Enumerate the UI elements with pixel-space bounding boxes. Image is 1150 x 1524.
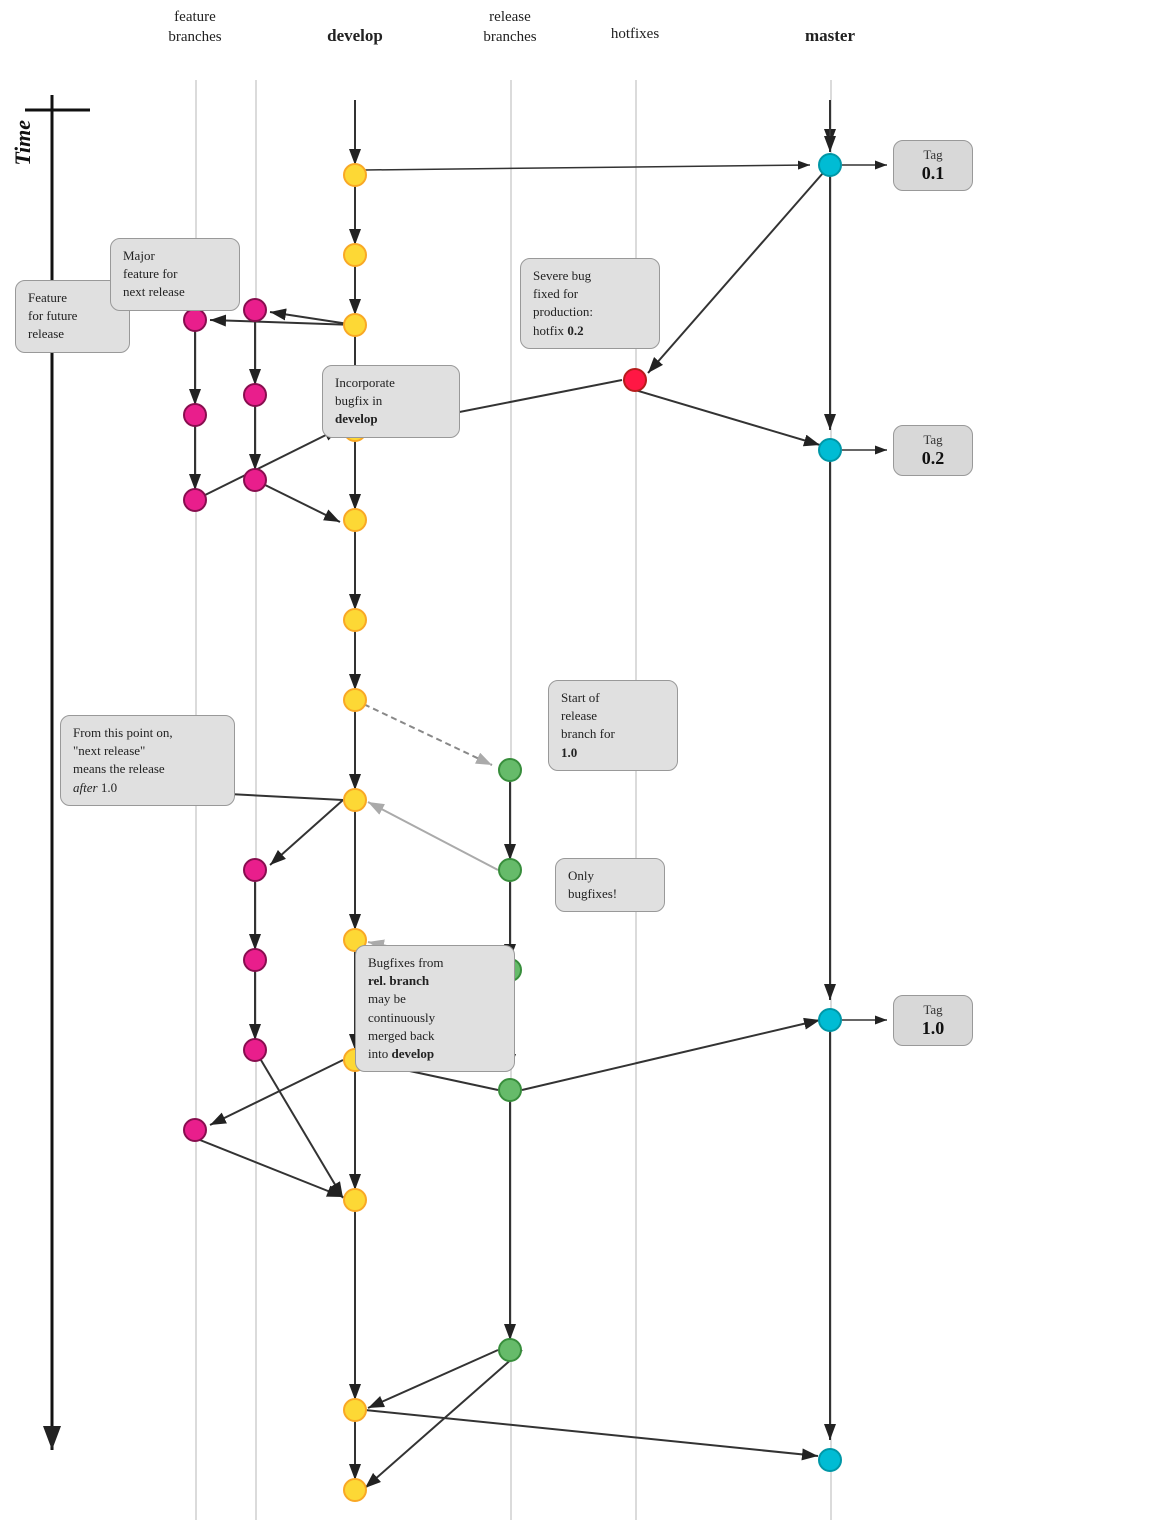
node-develop-11	[343, 1188, 367, 1212]
header-release-branches: releasebranches	[450, 8, 570, 47]
node-develop-3	[343, 313, 367, 337]
node-feature-3d	[243, 1038, 267, 1062]
callout-severe-bug: Severe bugfixed forproduction:hotfix 0.2	[520, 258, 660, 349]
node-develop-5	[343, 508, 367, 532]
node-release-2	[498, 858, 522, 882]
node-develop-2	[343, 243, 367, 267]
node-release-5	[498, 1338, 522, 1362]
tag-01: Tag 0.1	[893, 140, 973, 191]
node-feature-2c	[243, 468, 267, 492]
node-develop-13	[343, 1478, 367, 1502]
time-label: Time	[10, 120, 36, 166]
node-master-1	[818, 153, 842, 177]
callout-bugfixes-merged: Bugfixes fromrel. branchmay becontinuous…	[355, 945, 515, 1072]
header-feature-branches: featurebranches	[140, 8, 250, 47]
node-feature-2a	[243, 298, 267, 322]
node-develop-8	[343, 788, 367, 812]
callout-major-feature: Majorfeature fornext release	[110, 238, 240, 311]
node-feature-3b	[243, 858, 267, 882]
header-hotfixes: hotfixes	[590, 25, 680, 45]
node-feature-1b	[183, 403, 207, 427]
tag-01-label: Tag	[908, 147, 958, 163]
lane-release	[510, 80, 512, 1520]
diagram-canvas: featurebranches develop releasebranches …	[0, 0, 1150, 1524]
tag-10-label: Tag	[908, 1002, 958, 1018]
node-master-3	[818, 1008, 842, 1032]
tag-10: Tag 1.0	[893, 995, 973, 1046]
node-develop-6	[343, 608, 367, 632]
node-feature-3c	[243, 948, 267, 972]
node-release-1	[498, 758, 522, 782]
header-develop: develop	[300, 25, 410, 47]
node-feature-1c	[183, 488, 207, 512]
node-master-2	[818, 438, 842, 462]
node-feature-1a	[183, 308, 207, 332]
tag-02: Tag 0.2	[893, 425, 973, 476]
callout-start-release: Start ofreleasebranch for1.0	[548, 680, 678, 771]
node-master-4	[818, 1448, 842, 1472]
node-develop-7	[343, 688, 367, 712]
header-master: master	[785, 25, 875, 47]
node-develop-1	[343, 163, 367, 187]
callout-only-bugfixes: Onlybugfixes!	[555, 858, 665, 912]
node-hotfix-1	[623, 368, 647, 392]
node-feature-4a	[183, 1118, 207, 1142]
node-feature-2b	[243, 383, 267, 407]
lane-feature2	[255, 80, 257, 1520]
tag-01-value: 0.1	[908, 163, 958, 184]
tag-02-label: Tag	[908, 432, 958, 448]
lane-master	[830, 80, 832, 1520]
callout-next-release: From this point on,"next release"means t…	[60, 715, 235, 806]
tag-10-value: 1.0	[908, 1018, 958, 1039]
callout-incorporate-bugfix: Incorporatebugfix indevelop	[322, 365, 460, 438]
node-release-4	[498, 1078, 522, 1102]
tag-02-value: 0.2	[908, 448, 958, 469]
node-develop-12	[343, 1398, 367, 1422]
